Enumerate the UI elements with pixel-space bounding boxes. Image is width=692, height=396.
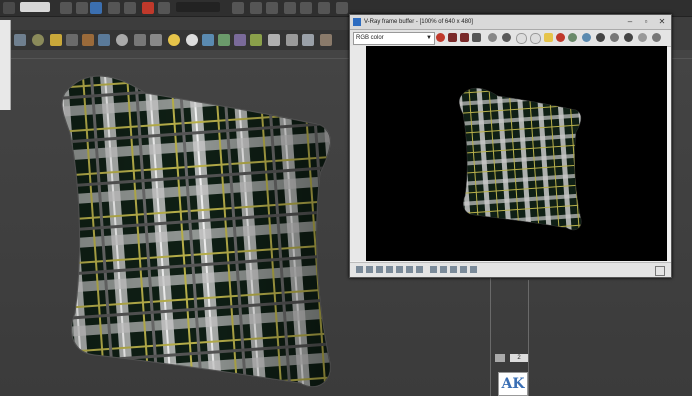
align-icon[interactable]	[250, 2, 262, 14]
channel-select[interactable]: RGB color ▼	[353, 32, 435, 45]
ocio-icon[interactable]	[416, 266, 423, 273]
vray-frame-buffer-window: V-Ray frame buffer - [100% of 640 x 480]…	[349, 14, 672, 278]
curve-editor-icon[interactable]	[284, 2, 296, 14]
ies-light-icon[interactable]	[186, 34, 198, 46]
dome-icon[interactable]	[116, 34, 128, 46]
channel-select-value: RGB color	[356, 35, 384, 41]
curves-icon[interactable]	[386, 266, 393, 273]
color-corrections-icon[interactable]	[356, 266, 363, 273]
selection-filter-dropdown[interactable]	[20, 2, 50, 12]
unlink-icon[interactable]	[76, 2, 88, 14]
mono-icon[interactable]	[488, 33, 497, 42]
sky-icon[interactable]	[218, 34, 230, 46]
render-image-area[interactable]	[366, 46, 667, 261]
swap-ab-icon[interactable]	[450, 266, 457, 273]
clear-image-icon[interactable]	[530, 33, 541, 44]
schematic-icon[interactable]	[300, 2, 312, 14]
vfb-title-bar: V-Ray frame buffer - [100% of 640 x 480]…	[350, 15, 671, 30]
snap-icon[interactable]	[158, 2, 170, 14]
proxy-icon[interactable]	[82, 34, 94, 46]
region-render-icon[interactable]	[568, 33, 577, 42]
lens-effects-icon[interactable]	[430, 266, 437, 273]
undo-icon[interactable]	[3, 2, 15, 14]
vray-app-icon	[353, 18, 361, 26]
resize-grip-icon[interactable]	[655, 266, 665, 276]
frame-spinner[interactable]: 2	[510, 354, 528, 362]
track-mouse-icon[interactable]	[556, 33, 565, 42]
layer-icon[interactable]	[266, 2, 278, 14]
exposure-icon[interactable]	[366, 266, 373, 273]
fur-icon[interactable]	[98, 34, 110, 46]
vfb-side-strip	[350, 46, 366, 261]
close-button[interactable]: ✕	[655, 17, 669, 27]
material-editor-icon[interactable]	[318, 2, 330, 14]
named-selection-dropdown[interactable]	[176, 2, 220, 12]
link-icon[interactable]	[60, 2, 72, 14]
ak-logo: AK	[498, 372, 528, 396]
minimize-button[interactable]: –	[623, 17, 637, 27]
command-panel-strip	[0, 20, 11, 110]
maximize-button[interactable]: ▫	[639, 17, 653, 27]
alpha-channel-icon[interactable]	[472, 33, 481, 42]
vray-toolbar	[0, 30, 350, 50]
levels-icon[interactable]	[376, 266, 383, 273]
sun-icon[interactable]	[168, 34, 180, 46]
mesh-icon[interactable]	[150, 34, 162, 46]
link-to-vfb-icon[interactable]	[582, 33, 591, 42]
follow-mouse-icon[interactable]	[596, 33, 605, 42]
compare-icon[interactable]	[440, 266, 447, 273]
grid-icon[interactable]	[202, 34, 214, 46]
render-setup-icon[interactable]	[336, 2, 348, 14]
red-channel-icon[interactable]	[436, 33, 445, 42]
plane-icon[interactable]	[134, 34, 146, 46]
settings-icon[interactable]	[652, 33, 661, 42]
vertical-split-icon[interactable]	[470, 266, 477, 273]
vfb-toolbar: RGB color ▼	[350, 30, 671, 47]
render-mask-icon[interactable]	[302, 34, 314, 46]
srgb-icon[interactable]	[396, 266, 403, 273]
render-icon[interactable]	[14, 34, 26, 46]
load-image-icon[interactable]	[516, 33, 527, 44]
lut-icon[interactable]	[406, 266, 413, 273]
stop-render-icon[interactable]	[610, 33, 619, 42]
key-mode-icon[interactable]	[495, 354, 505, 362]
select-icon[interactable]	[90, 2, 102, 14]
light-icon[interactable]	[50, 34, 62, 46]
plaid-pillow-model[interactable]	[55, 63, 340, 396]
hdri-icon[interactable]	[250, 34, 262, 46]
vfb-title: V-Ray frame buffer - [100% of 640 x 480]	[364, 19, 473, 25]
mirror-icon[interactable]	[232, 2, 244, 14]
render-last-icon[interactable]	[624, 33, 633, 42]
sphere-icon[interactable]	[32, 34, 44, 46]
rotate-icon[interactable]	[124, 2, 136, 14]
pixel-info-icon[interactable]	[544, 33, 553, 42]
vfb-status-bar	[350, 262, 671, 277]
rendered-pillow-image	[459, 87, 582, 231]
horizontal-split-icon[interactable]	[460, 266, 467, 273]
move-icon[interactable]	[108, 2, 120, 14]
grid-line	[528, 280, 529, 396]
logo-text: AK	[501, 376, 525, 392]
camera-icon[interactable]	[66, 34, 78, 46]
save-image-icon[interactable]	[502, 33, 511, 42]
lens-icon[interactable]	[320, 34, 332, 46]
displacement-icon[interactable]	[234, 34, 246, 46]
decal-icon[interactable]	[286, 34, 298, 46]
grid-line	[490, 275, 491, 396]
chevron-down-icon: ▼	[426, 35, 432, 41]
blue-channel-icon[interactable]	[460, 33, 469, 42]
scale-icon[interactable]	[142, 2, 154, 14]
clipper-icon[interactable]	[268, 34, 280, 46]
green-channel-icon[interactable]	[448, 33, 457, 42]
history-icon[interactable]	[638, 33, 647, 42]
